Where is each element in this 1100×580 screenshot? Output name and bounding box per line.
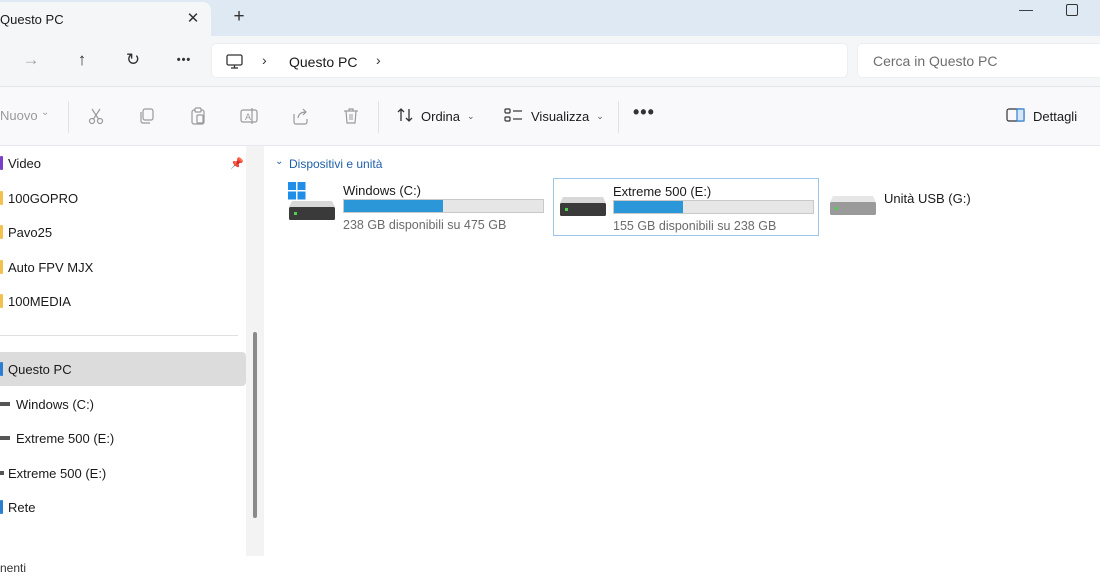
chevron-down-icon[interactable]: ⌄: [275, 156, 283, 167]
hard-drive-icon: [289, 201, 335, 224]
sort-button[interactable]: Ordina ⌄: [396, 105, 475, 127]
share-icon[interactable]: [290, 106, 310, 126]
sidebar-item-label: Rete: [8, 500, 36, 515]
divider: [378, 101, 379, 133]
computer-icon: [0, 362, 3, 376]
sidebar-item-rete[interactable]: Rete: [0, 490, 246, 524]
drive-icon: [0, 471, 4, 475]
sidebar-item-label: Windows (C:): [16, 397, 95, 412]
usage-bar: [343, 199, 544, 213]
new-tab-button[interactable]: +: [229, 6, 249, 30]
title-bar: Questo PC ✕ + —: [0, 0, 1100, 36]
sidebar-item-windows-c[interactable]: Windows (C:): [0, 387, 246, 421]
chevron-down-icon: ⌄: [596, 110, 604, 121]
chevron-down-icon: ⌄: [467, 110, 475, 121]
divider: [68, 101, 69, 133]
paste-icon[interactable]: [188, 106, 208, 126]
maximize-button[interactable]: [1066, 4, 1078, 16]
sidebar-item-100media[interactable]: 100MEDIA: [0, 284, 246, 318]
usage-bar-fill: [344, 200, 444, 212]
sidebar-item-label: 100MEDIA: [8, 294, 71, 309]
sidebar-item-100gopro[interactable]: 100GOPRO: [0, 181, 246, 215]
sort-icon: [396, 106, 414, 127]
svg-text:A: A: [245, 112, 251, 122]
group-header[interactable]: Dispositivi e unità: [289, 157, 382, 171]
drive-icon: [0, 436, 10, 440]
forward-button[interactable]: →: [20, 49, 42, 71]
sidebar-item-auto-fpv-mjx[interactable]: Auto FPV MJX: [0, 250, 246, 284]
up-button[interactable]: ↑: [71, 49, 93, 71]
sidebar-item-extreme-500-e-2[interactable]: Extreme 500 (E:): [0, 456, 246, 490]
folder-icon: [0, 294, 3, 308]
close-tab-icon[interactable]: ✕: [184, 7, 202, 31]
delete-icon[interactable]: [341, 106, 361, 126]
windows-logo-icon: [288, 182, 306, 203]
drive-free-space: 155 GB disponibili su 238 GB: [613, 219, 777, 233]
drive-name: Windows (C:): [343, 183, 422, 198]
drive-name: Unità USB (G:): [884, 191, 971, 206]
computer-icon: [226, 54, 243, 72]
copy-icon[interactable]: [137, 106, 157, 126]
more-commands-button[interactable]: •••: [633, 102, 655, 123]
command-bar: Nuovo ⌄ A Ordina ⌄ Visualizza ⌄ ••• Dett…: [0, 87, 1100, 146]
divider: [0, 335, 238, 336]
divider: [618, 101, 619, 133]
drive-name: Extreme 500 (E:): [613, 184, 712, 199]
scrollbar-thumb[interactable]: [253, 332, 257, 518]
tab-title: Questo PC: [0, 12, 64, 27]
sort-label: Ordina: [421, 108, 461, 124]
chevron-right-icon[interactable]: ›: [262, 52, 267, 68]
sidebar-item-extreme-500-e[interactable]: Extreme 500 (E:): [0, 421, 246, 455]
sidebar-item-label: 100GOPRO: [8, 191, 79, 206]
navigation-pane: Video 📌 100GOPRO Pavo25 Auto FPV MJX 100…: [0, 146, 246, 556]
view-icon: [504, 106, 524, 127]
video-folder-icon: [0, 156, 3, 170]
details-button[interactable]: Dettagli: [1006, 105, 1077, 127]
sidebar-item-questo-pc[interactable]: Questo PC: [0, 352, 246, 386]
address-bar[interactable]: › Questo PC ›: [211, 43, 848, 78]
drive-tile-windows-c[interactable]: Windows (C:) 238 GB disponibili su 475 G…: [284, 178, 550, 236]
navigation-bar: → ↑ ↻ ••• › Questo PC ›: [0, 36, 1100, 87]
chevron-right-icon[interactable]: ›: [376, 52, 381, 68]
drive-icon: [0, 402, 10, 406]
details-pane-icon: [1006, 107, 1026, 126]
drive-free-space: 238 GB disponibili su 475 GB: [343, 218, 507, 232]
breadcrumb-questo-pc[interactable]: Questo PC: [289, 54, 357, 70]
new-button[interactable]: Nuovo: [0, 108, 38, 123]
folder-icon: [0, 191, 3, 205]
search-input[interactable]: [857, 43, 1100, 78]
sidebar-item-label: Auto FPV MJX: [8, 260, 94, 275]
sidebar-item-label: Extreme 500 (E:): [8, 466, 107, 481]
sidebar-item-label: Pavo25: [8, 225, 53, 240]
usage-bar: [613, 200, 814, 214]
sidebar-item-label: Questo PC: [8, 362, 72, 377]
drive-tile-usb-g[interactable]: Unità USB (G:): [826, 178, 1026, 236]
hard-drive-icon: [560, 197, 606, 220]
rename-icon[interactable]: A: [239, 106, 259, 126]
more-nav-button[interactable]: •••: [170, 49, 198, 71]
folder-icon: [0, 225, 3, 239]
cut-icon[interactable]: [86, 106, 106, 126]
view-button[interactable]: Visualizza ⌄: [504, 105, 604, 127]
pin-icon[interactable]: 📌: [230, 157, 244, 170]
folder-icon: [0, 260, 3, 274]
usage-bar-fill: [614, 201, 684, 213]
view-label: Visualizza: [531, 108, 590, 124]
refresh-button[interactable]: ↻: [122, 49, 144, 71]
status-text: nenti: [0, 561, 27, 575]
details-label: Dettagli: [1033, 108, 1078, 124]
usb-drive-icon: [830, 196, 876, 219]
drive-tile-extreme-500-e[interactable]: Extreme 500 (E:) 155 GB disponibili su 2…: [553, 178, 819, 236]
sidebar-item-label: Extreme 500 (E:): [16, 431, 115, 446]
chevron-down-icon: ⌄: [41, 107, 50, 118]
network-icon: [0, 500, 3, 514]
sidebar-item-video[interactable]: Video 📌: [0, 146, 246, 180]
minimize-button[interactable]: —: [1016, 0, 1036, 20]
sidebar-item-pavo25[interactable]: Pavo25: [0, 215, 246, 249]
sidebar-item-label: Video: [8, 156, 42, 171]
tab-questo-pc[interactable]: Questo PC ✕: [0, 2, 211, 36]
